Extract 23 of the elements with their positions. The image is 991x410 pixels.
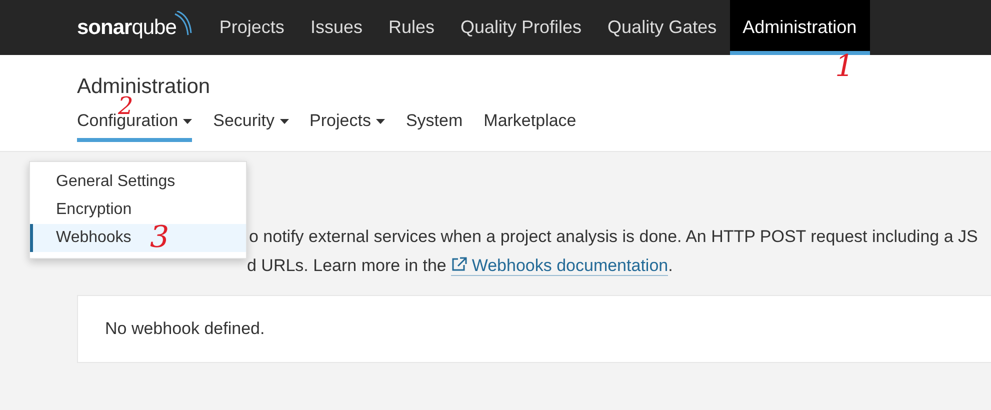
nav-item[interactable]: Issues: [297, 0, 376, 55]
annotation-mark: 1: [835, 52, 854, 82]
description-text: d URLs. Learn more in the: [247, 255, 446, 277]
menu-item[interactable]: General Settings: [30, 168, 246, 196]
nav-item[interactable]: Quality Gates: [594, 0, 730, 55]
admin-tab[interactable]: Marketplace: [484, 111, 576, 142]
menu-item[interactable]: Encryption: [30, 196, 246, 224]
menu-item[interactable]: Webhooks 3: [30, 224, 246, 252]
admin-tab[interactable]: Security: [213, 111, 289, 142]
punctuation: .: [668, 255, 673, 277]
documentation-link[interactable]: Webhooks documentation: [451, 256, 668, 276]
admin-tab[interactable]: System: [406, 111, 463, 142]
annotation-mark: 3: [150, 223, 170, 253]
admin-tab[interactable]: Projects: [310, 111, 385, 142]
description-text: o notify external services when a project analysis is done. An HTTP POST request including a JS: [249, 226, 978, 248]
logo-waves-icon: [174, 10, 192, 36]
nav-item[interactable]: Rules: [375, 0, 448, 55]
empty-message: No webhook defined.: [105, 319, 265, 339]
nav-item[interactable]: Quality Profiles: [448, 0, 595, 55]
external-link-icon: [451, 257, 468, 271]
logo[interactable]: sonarqube: [77, 16, 176, 40]
nav-item[interactable]: Projects: [206, 0, 298, 55]
nav-item[interactable]: Administration: [730, 0, 870, 55]
